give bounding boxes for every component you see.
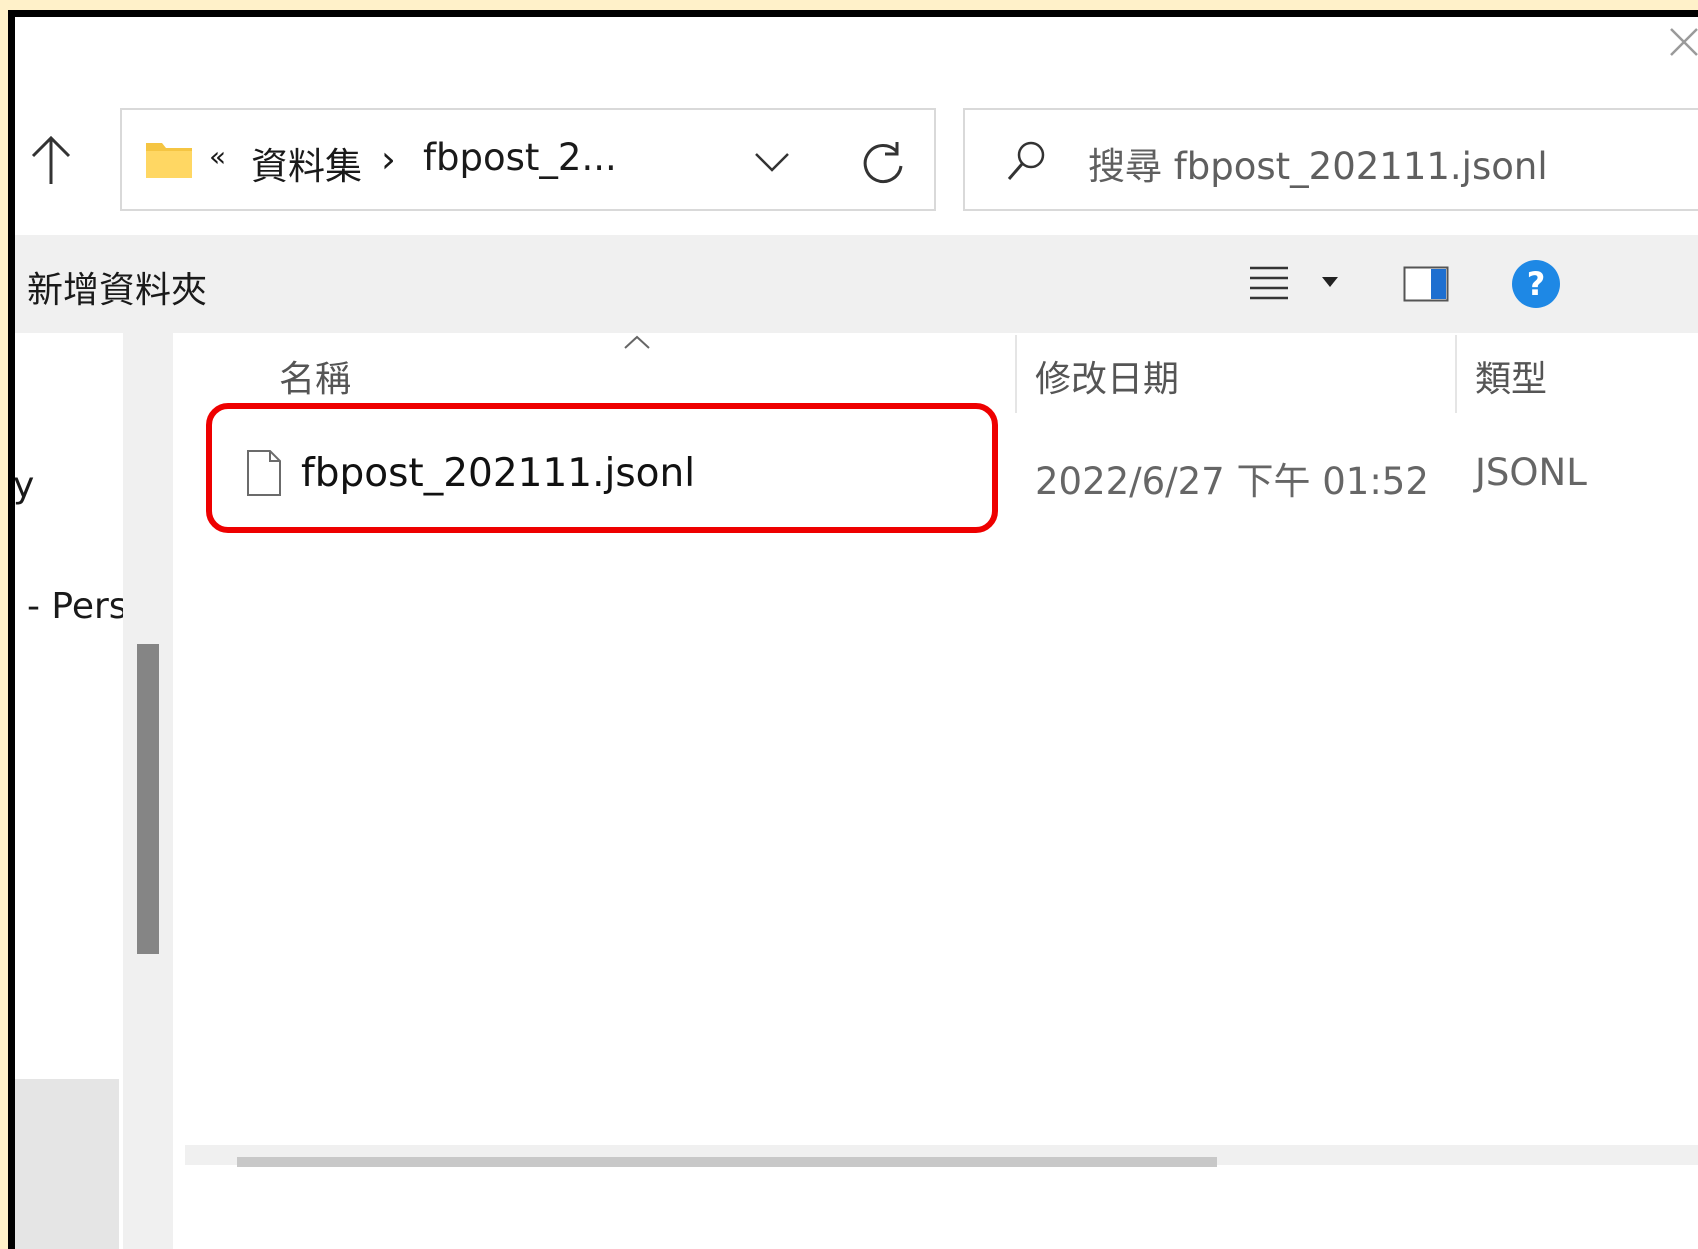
column-header-type[interactable]: 類型	[1475, 350, 1547, 402]
breadcrumb-item-dataset[interactable]: 資料集	[251, 136, 362, 190]
file-dialog-window: « 資料集 › fbpost_2... 搜尋 fbpost_202111.jso…	[8, 10, 1698, 1249]
refresh-icon[interactable]	[861, 140, 905, 186]
horizontal-scrollbar-thumb[interactable]	[237, 1157, 1217, 1167]
sort-ascending-icon	[624, 335, 650, 349]
close-icon[interactable]	[1667, 25, 1698, 59]
highlight-annotation	[206, 403, 998, 533]
column-header-modified[interactable]: 修改日期	[1035, 350, 1179, 402]
nav-item-personal[interactable]: - Pers	[27, 586, 128, 627]
search-placeholder: 搜尋 fbpost_202111.jsonl	[1088, 145, 1548, 188]
caret-down-icon[interactable]	[1321, 276, 1339, 288]
nav-item-partial[interactable]: y	[15, 465, 34, 506]
up-arrow-icon[interactable]	[29, 132, 73, 188]
column-header-name[interactable]: 名稱	[279, 350, 351, 402]
breadcrumb-item-current[interactable]: fbpost_2...	[423, 136, 617, 179]
search-icon	[1007, 141, 1045, 180]
breadcrumb-overflow[interactable]: «	[209, 140, 226, 173]
column-divider[interactable]	[1015, 335, 1017, 413]
new-folder-button[interactable]: 新增資料夾	[27, 261, 207, 313]
breadcrumb-separator[interactable]: ›	[381, 138, 396, 181]
file-modified-date: 2022/6/27 下午 01:52	[1035, 460, 1429, 503]
help-icon[interactable]: ?	[1512, 260, 1560, 308]
view-options-icon[interactable]	[1248, 265, 1290, 301]
folder-icon	[146, 143, 192, 178]
file-type: JSONL	[1475, 451, 1587, 494]
nav-item-selected[interactable]	[15, 1079, 119, 1249]
column-divider[interactable]	[1455, 335, 1457, 413]
preview-pane-icon[interactable]	[1403, 266, 1449, 302]
chevron-down-icon[interactable]	[753, 149, 791, 175]
nav-scrollbar-thumb[interactable]	[137, 644, 159, 954]
